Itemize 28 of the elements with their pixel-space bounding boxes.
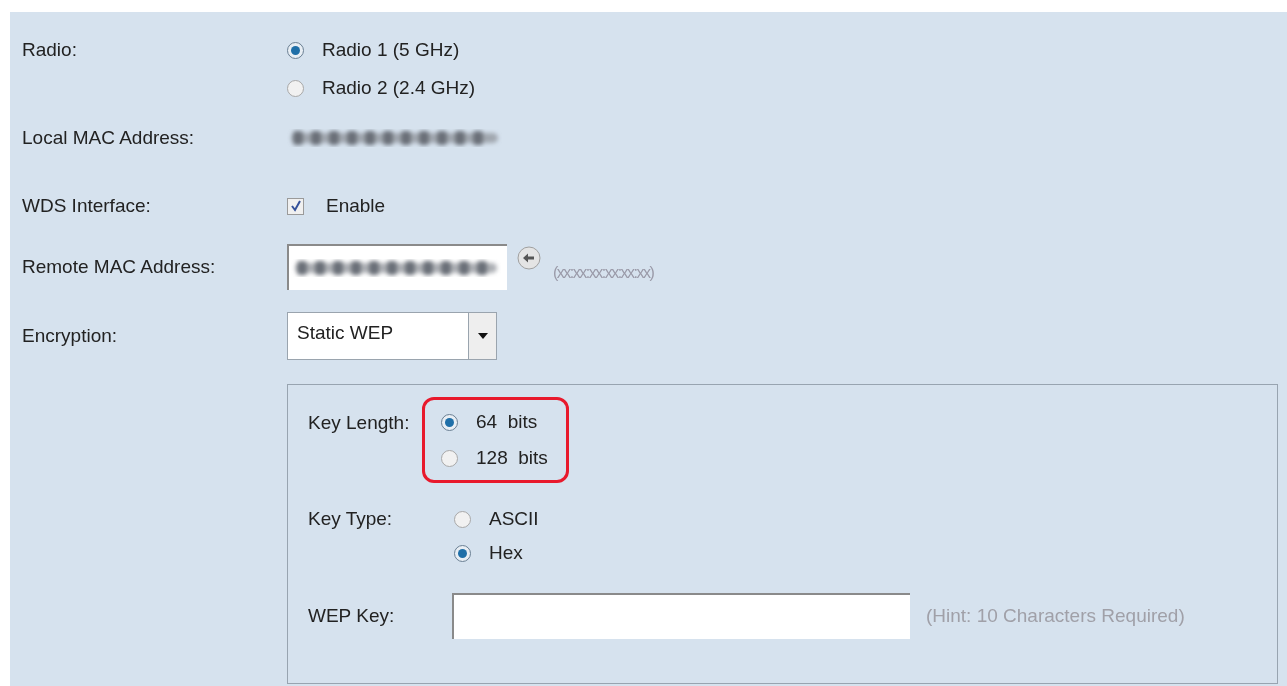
radio-button[interactable] — [287, 79, 304, 97]
checkbox-label: Enable — [326, 193, 386, 218]
option-label: Radio 2 (2.4 GHz) — [322, 75, 476, 100]
option-label: 128 bits — [476, 445, 548, 470]
field-label: Radio: — [22, 38, 78, 62]
caret-icon — [477, 333, 488, 339]
field-label: WDS Interface: — [22, 193, 152, 218]
option-label: 64 bits — [476, 409, 538, 434]
field-label: Remote MAC Address: — [22, 254, 217, 279]
radio-button[interactable] — [441, 413, 458, 431]
field-label: Local MAC Address: — [22, 125, 196, 150]
format-hint: (xx:xx:xx:xx:xx:xx) — [553, 263, 654, 283]
radio-button[interactable] — [441, 449, 458, 467]
wep-key-field[interactable] — [452, 593, 910, 639]
mac-address-field[interactable] — [287, 244, 507, 290]
checkbox[interactable] — [287, 197, 304, 215]
option-label: Radio 1 (5 GHz) — [322, 37, 460, 62]
option-label: Hex — [489, 540, 523, 565]
radio-button[interactable] — [454, 510, 471, 528]
radio-button[interactable] — [287, 41, 304, 59]
field-label: Encryption: — [22, 323, 119, 348]
radio-button[interactable] — [454, 544, 471, 562]
field-label: Key Type: — [308, 507, 394, 531]
option-label: ASCII — [489, 506, 539, 531]
hint-text: (Hint: 10 Characters Required) — [926, 603, 1185, 628]
field-label: Key Length: — [308, 411, 411, 435]
encryption-dropdown[interactable]: Static WEP — [287, 312, 497, 360]
field-label: WEP Key: — [308, 603, 396, 628]
